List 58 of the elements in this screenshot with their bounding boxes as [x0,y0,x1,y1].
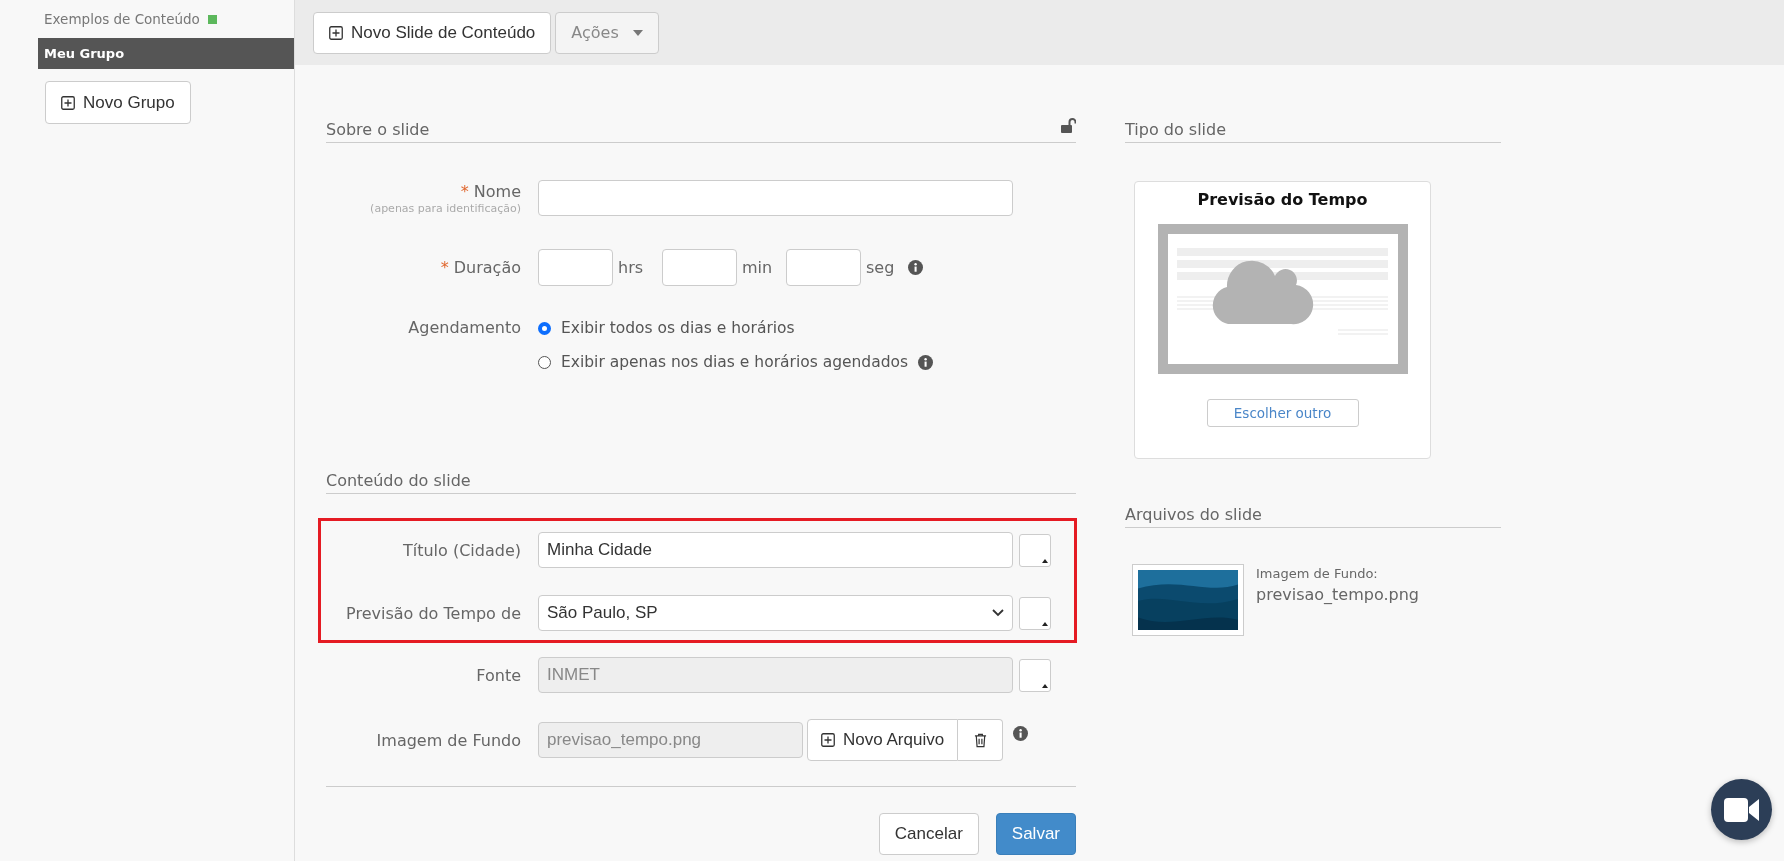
plus-icon [821,733,835,747]
file-name: previsao_tempo.png [1256,585,1419,604]
file-thumbnail[interactable] [1132,564,1244,636]
sidebar-item[interactable]: Exemplos de Conteúdo [38,0,294,38]
radio-label[interactable]: Exibir apenas nos dias e horários agendados [561,353,909,371]
field-label: Previsão do Tempo de [346,603,521,623]
new-group-button[interactable]: Novo Grupo [45,81,191,124]
text-input[interactable]: Minha Cidade [538,532,1013,568]
select-dropdown[interactable]: São Paulo, SP [538,595,1013,631]
unit-label: seg [866,258,895,277]
new-file-button[interactable]: Novo Arquivo [807,719,959,761]
padlock-icon[interactable] [1060,117,1076,133]
section-title: Tipo do slide [1125,120,1226,139]
color-picker-button[interactable] [1019,658,1051,692]
video-camera-icon [1723,797,1760,822]
triangle-icon [1042,683,1048,688]
new-slide-button[interactable]: Novo Slide de Conteúdo [313,11,552,54]
radio-label[interactable]: Exibir todos os dias e horários [561,319,795,337]
radio-button[interactable] [538,355,551,369]
color-picker-button[interactable] [1019,596,1051,630]
duration-input[interactable] [662,249,737,286]
delete-button[interactable] [958,719,1004,761]
section-title: Conteúdo do slide [326,471,471,490]
color-picker-button[interactable] [1019,533,1051,567]
field-label: Imagem de Fundo [376,730,521,750]
cancel-button[interactable]: Cancelar [878,813,979,855]
triangle-icon [1042,621,1048,626]
field-label: Título (Cidade) [403,540,521,560]
plus-icon [61,95,75,110]
field-label: Duração [453,258,521,277]
slide-type-name: Previsão do Tempo [1197,190,1368,209]
video-button[interactable] [1711,779,1772,840]
triangle-icon [1042,558,1048,563]
section-title: Sobre o slide [326,120,430,139]
choose-other-button[interactable]: Escolher outro [1206,399,1359,427]
required-mark: * [460,181,469,201]
name-input[interactable] [538,180,1013,216]
trash-icon [973,732,987,748]
save-button[interactable]: Salvar [995,813,1076,855]
section-title: Arquivos do slide [1125,505,1262,524]
required-mark: * [440,258,449,277]
radio-button[interactable] [538,321,551,335]
field-label: Nome [473,181,521,201]
plus-icon [329,25,343,40]
sidebar-item[interactable]: Meu Grupo [38,38,294,69]
field-hint: (apenas para identificação) [370,201,521,215]
unit-label: min [742,258,774,277]
field-label: Agendamento [408,318,521,337]
file-label: Imagem de Fundo: [1256,566,1379,581]
info-icon[interactable] [1013,725,1029,741]
duration-input[interactable] [786,249,861,286]
info-icon[interactable] [918,354,934,370]
info-icon[interactable] [908,260,924,275]
duration-input[interactable] [538,249,613,286]
chevron-down-icon [992,609,1004,617]
caret-icon [632,29,643,36]
unit-label: hrs [618,258,645,277]
field-label: Fonte [476,665,521,685]
